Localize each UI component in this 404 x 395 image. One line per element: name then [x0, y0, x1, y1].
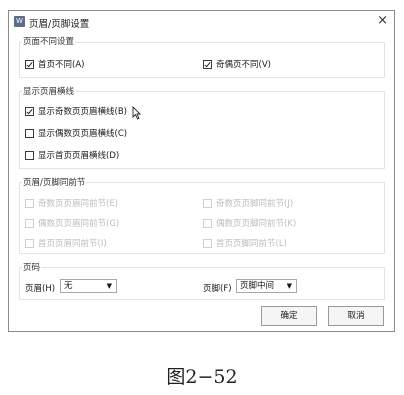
first-page-diff-option[interactable]: 首页不同(A) — [25, 58, 84, 70]
even-header-same-option: 偶数页页眉同前节(G) — [25, 217, 119, 229]
odd-even-diff-checkbox[interactable] — [203, 59, 212, 69]
chevron-down-icon: ▼ — [286, 282, 292, 290]
even-header-line-checkbox[interactable] — [25, 128, 34, 138]
odd-header-same-option: 奇数页页眉同前节(E) — [25, 197, 118, 209]
first-header-same-option: 首页页眉同前节(I) — [25, 237, 107, 249]
same-as-prev-legend: 页眉/页脚同前节 — [22, 176, 87, 188]
header-number-select[interactable]: 无 ▼ — [60, 279, 117, 293]
first-header-same-checkbox — [25, 238, 34, 248]
odd-footer-same-label: 奇数页页脚同前节(J) — [216, 199, 294, 209]
first-footer-same-option: 首页页脚同前节(L) — [203, 237, 287, 249]
chevron-down-icon: ▼ — [106, 282, 112, 290]
dialog-title: 页眉/页脚设置 — [29, 19, 90, 30]
odd-header-same-label: 奇数页页眉同前节(E) — [38, 199, 119, 209]
footer-number-value: 页脚中间 — [240, 281, 275, 291]
page-diff-legend: 页面不同设置 — [22, 35, 76, 47]
even-header-line-label: 显示偶数页页眉横线(C) — [38, 129, 128, 139]
odd-header-line-label: 显示奇数页页眉横线(B) — [38, 107, 127, 117]
odd-header-same-checkbox — [25, 198, 34, 208]
close-icon[interactable]: × — [377, 13, 388, 28]
header-line-legend: 显示页眉横线 — [22, 85, 76, 97]
first-header-line-label: 显示首页页眉横线(D) — [38, 151, 120, 161]
even-footer-same-checkbox — [203, 218, 212, 228]
first-footer-same-checkbox — [203, 238, 212, 248]
footer-number-label: 页脚(F) — [203, 284, 232, 294]
first-header-line-checkbox[interactable] — [25, 150, 34, 160]
cancel-button[interactable]: 取消 — [328, 306, 384, 326]
header-number-value: 无 — [64, 281, 73, 291]
odd-header-line-checkbox[interactable] — [25, 106, 34, 116]
even-footer-same-label: 偶数页页脚同前节(K) — [216, 219, 297, 229]
even-header-line-option[interactable]: 显示偶数页页眉横线(C) — [25, 127, 127, 139]
even-header-same-label: 偶数页页眉同前节(G) — [38, 219, 120, 229]
figure-caption: 图2−52 — [166, 366, 238, 388]
first-header-same-label: 首页页眉同前节(I) — [38, 239, 107, 249]
app-icon: W — [14, 16, 25, 27]
first-page-diff-label: 首页不同(A) — [38, 60, 85, 70]
odd-even-diff-label: 奇偶页不同(V) — [216, 60, 271, 70]
odd-even-diff-option[interactable]: 奇偶页不同(V) — [203, 58, 271, 70]
odd-footer-same-option: 奇数页页脚同前节(J) — [203, 197, 293, 209]
ok-button[interactable]: 确定 — [261, 306, 317, 326]
footer-number-select[interactable]: 页脚中间 ▼ — [236, 279, 297, 293]
mouse-pointer-icon — [132, 106, 141, 120]
title-bar: W 页眉/页脚设置 × — [9, 11, 394, 33]
first-page-diff-checkbox[interactable] — [25, 59, 34, 69]
even-footer-same-option: 偶数页页脚同前节(K) — [203, 217, 296, 229]
page-number-legend: 页码 — [22, 261, 42, 273]
header-number-label: 页眉(H) — [25, 284, 56, 294]
first-header-line-option[interactable]: 显示首页页眉横线(D) — [25, 149, 119, 161]
odd-footer-same-checkbox — [203, 198, 212, 208]
even-header-same-checkbox — [25, 218, 34, 228]
odd-header-line-option[interactable]: 显示奇数页页眉横线(B) — [25, 105, 127, 117]
first-footer-same-label: 首页页脚同前节(L) — [216, 239, 287, 249]
header-footer-settings-dialog: W 页眉/页脚设置 × 页面不同设置 首页不同(A) 奇偶页不同(V) 显示页眉… — [8, 10, 395, 332]
